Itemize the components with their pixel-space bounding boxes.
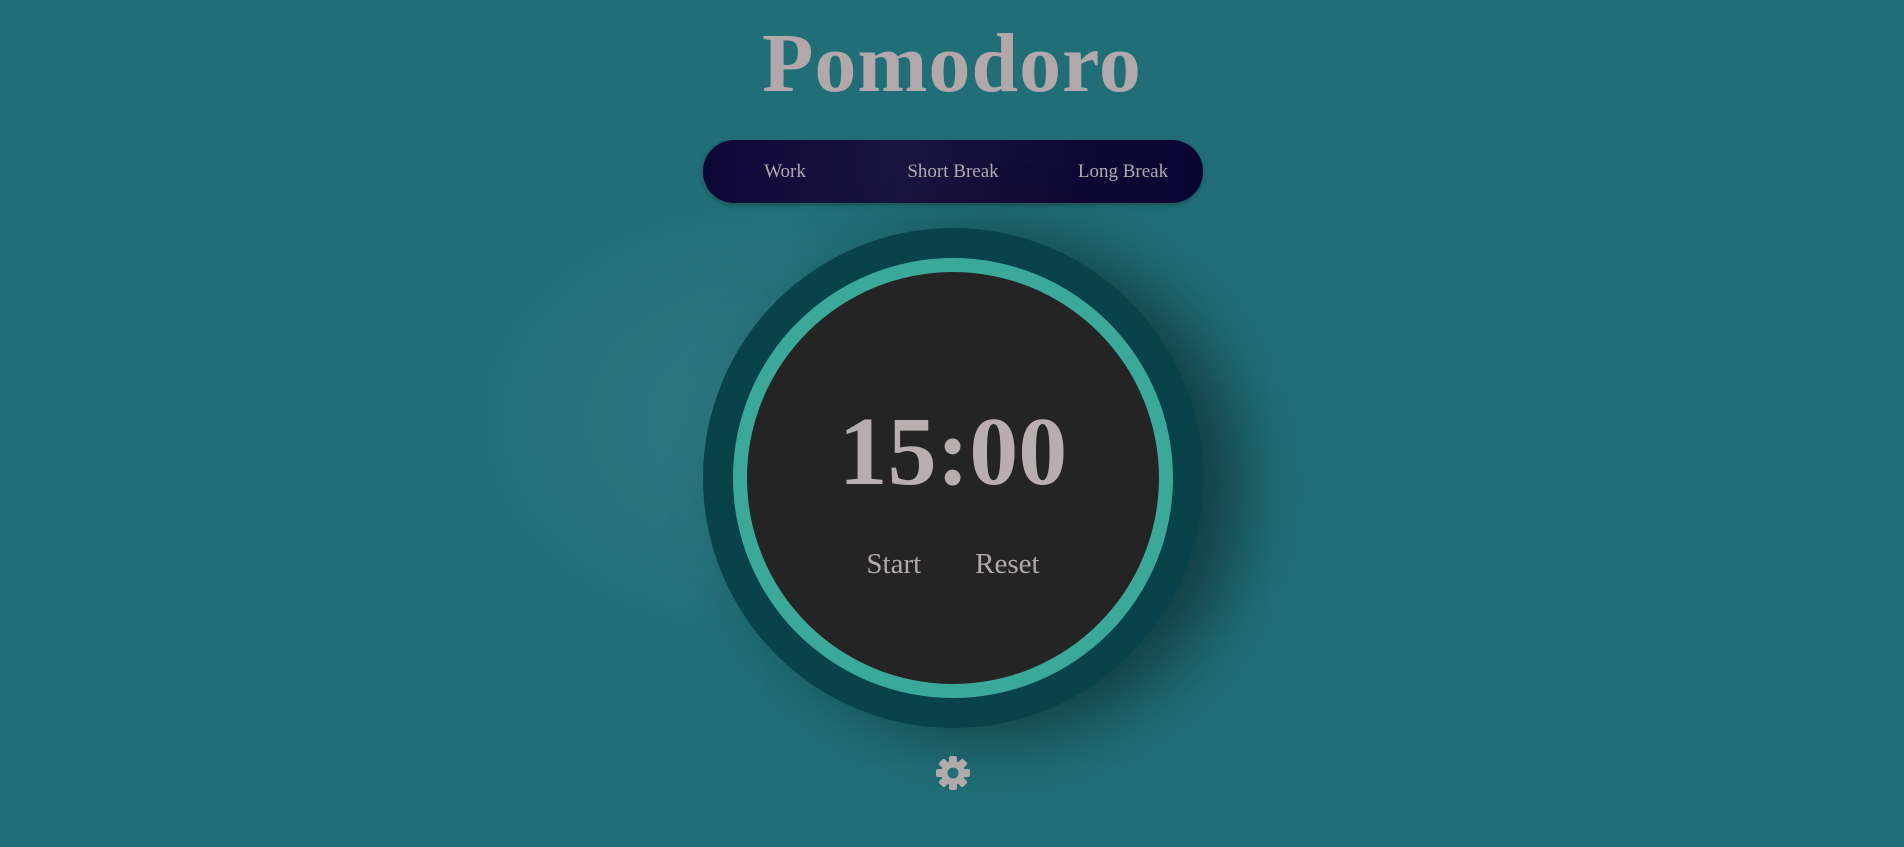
tab-work[interactable]: Work [715, 140, 855, 203]
gear-icon[interactable] [933, 753, 973, 793]
time-display: 15:00 [838, 398, 1068, 506]
reset-button[interactable]: Reset [975, 546, 1039, 582]
tab-short-break[interactable]: Short Break [883, 140, 1023, 203]
timer-face: 15:00 Start Reset [747, 272, 1159, 684]
mode-tabs: Work Short Break Long Break [703, 140, 1203, 203]
start-button[interactable]: Start [866, 546, 921, 582]
progress-ring: 15:00 Start Reset [733, 258, 1173, 698]
page-title: Pomodoro [762, 17, 1142, 110]
tab-long-break[interactable]: Long Break [1053, 140, 1193, 203]
timer-controls: Start Reset [747, 546, 1159, 582]
timer-dial: 15:00 Start Reset [703, 228, 1203, 728]
